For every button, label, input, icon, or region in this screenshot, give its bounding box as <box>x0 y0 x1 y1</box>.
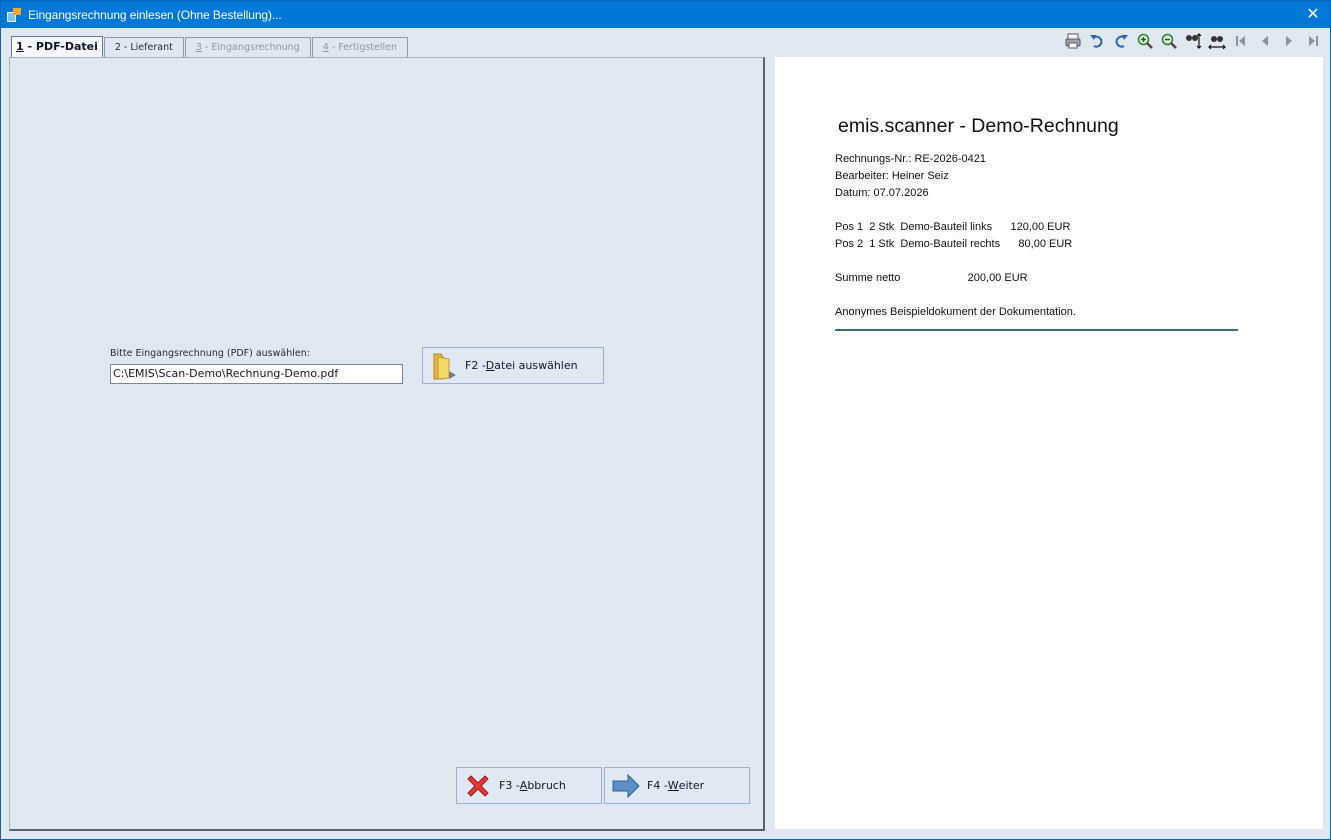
pdf-preview[interactable]: emis.scanner - Demo-Rechnung Rechnungs-N… <box>775 57 1323 829</box>
select-file-button[interactable]: F2 - Datei auswählen <box>422 347 604 384</box>
select-file-rest: atei auswählen <box>494 359 578 372</box>
select-file-prefix: F2 - <box>465 359 486 372</box>
invoice-clerk: Bearbeiter: Heiner Seiz <box>835 170 949 182</box>
invoice-position: Pos 2 1 Stk Demo-Bauteil rechts 80,00 EU… <box>835 238 1073 250</box>
invoice-position: Pos 1 2 Stk Demo-Bauteil links 120,00 EU… <box>835 221 1071 233</box>
tab-key: 1 <box>16 40 24 53</box>
invoice-number: Rechnungs-Nr.: RE-2026-0421 <box>835 153 987 165</box>
wizard-tabs: 1 - PDF-Datei 2 - Lieferant 3 - Eingangs… <box>11 36 409 57</box>
invoice-sum: Summe netto 200,00 EUR <box>835 272 1028 284</box>
print-icon[interactable] <box>1062 31 1084 51</box>
next-hotkey: W <box>667 779 679 792</box>
title-bar[interactable]: Eingangsrechnung einlesen (Ohne Bestellu… <box>1 1 1330 28</box>
wizard-page-pdf: Bitte Eingangsrechnung (PDF) auswählen: … <box>9 57 765 831</box>
window-title: Eingangsrechnung einlesen (Ohne Bestellu… <box>28 7 282 22</box>
next-page-icon[interactable] <box>1278 31 1300 51</box>
cross-icon <box>463 771 493 801</box>
tab-pdf-datei[interactable]: 1 - PDF-Datei <box>11 36 103 57</box>
document-title: emis.scanner - Demo-Rechnung <box>838 115 1119 137</box>
arrow-right-icon <box>611 771 641 801</box>
tab-eingangsrechnung[interactable]: 3 - Eingangsrechnung <box>184 37 311 57</box>
folder-icon <box>429 351 459 381</box>
zoom-in-icon[interactable] <box>1134 31 1156 51</box>
rotate-right-icon[interactable] <box>1110 31 1132 51</box>
next-prefix: F4 - <box>647 779 668 792</box>
file-select-label: Bitte Eingangsrechnung (PDF) auswählen: <box>110 348 310 359</box>
fit-page-icon[interactable] <box>1206 31 1228 51</box>
viewer-toolbar <box>1062 31 1326 51</box>
first-page-icon[interactable] <box>1230 31 1252 51</box>
pdf-path-input[interactable]: C:\EMIS\Scan-Demo\Rechnung-Demo.pdf <box>110 364 403 384</box>
tab-fertigstellen[interactable]: 4 - Fertigstellen <box>311 37 409 57</box>
zoom-out-icon[interactable] <box>1158 31 1180 51</box>
fit-width-icon[interactable] <box>1182 31 1204 51</box>
tab-lieferant[interactable]: 2 - Lieferant <box>103 37 184 57</box>
app-icon <box>7 7 23 23</box>
pdf-document: emis.scanner - Demo-Rechnung Rechnungs-N… <box>835 115 1239 331</box>
last-page-icon[interactable] <box>1302 31 1324 51</box>
abort-prefix: F3 - <box>499 779 520 792</box>
abort-button[interactable]: F3 - Abbruch <box>456 767 602 804</box>
previous-page-icon[interactable] <box>1254 31 1276 51</box>
invoice-note: Anonymes Beispieldokument der Dokumentat… <box>835 306 1076 318</box>
next-button[interactable]: F4 - Weiter <box>604 767 750 804</box>
tab-label: - Eingangsrechnung <box>201 42 300 53</box>
rotate-left-icon[interactable] <box>1086 31 1108 51</box>
select-file-hotkey: D <box>485 359 495 372</box>
dialog-window: Eingangsrechnung einlesen (Ohne Bestellu… <box>0 0 1331 840</box>
document-rule <box>835 329 1238 331</box>
tab-label: - PDF-Datei <box>23 40 98 53</box>
close-icon[interactable]: ✕ <box>1304 5 1322 23</box>
tab-label: - Lieferant <box>120 42 173 53</box>
abort-rest: bbruch <box>527 779 566 792</box>
abort-hotkey: A <box>519 779 528 792</box>
next-rest: eiter <box>678 779 705 792</box>
tab-label: - Fertigstellen <box>328 42 398 53</box>
invoice-date: Datum: 07.07.2026 <box>835 187 929 199</box>
